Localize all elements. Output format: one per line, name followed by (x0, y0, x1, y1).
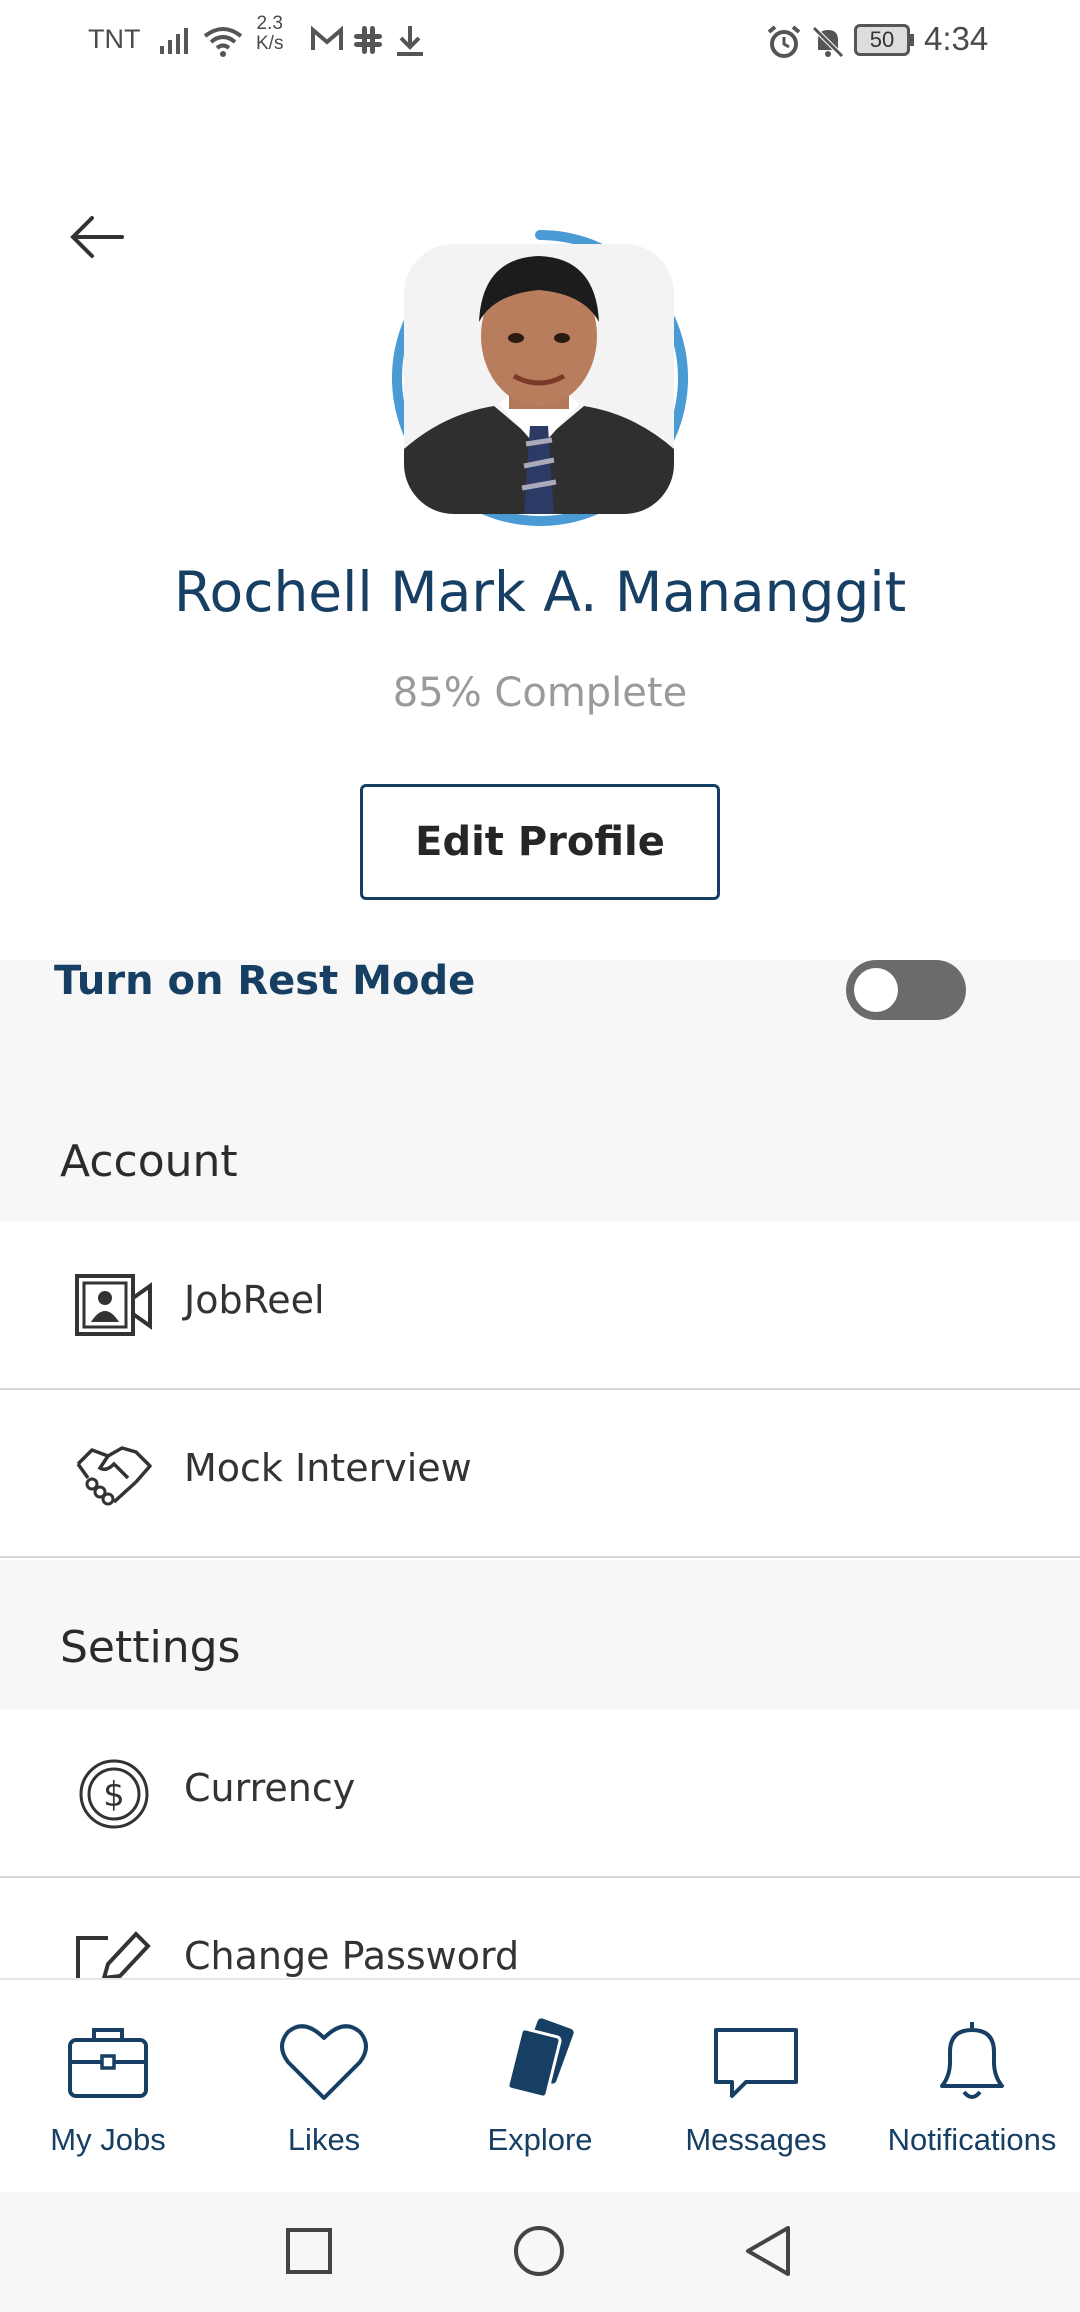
svg-text:$: $ (103, 1775, 125, 1815)
list-item-label: JobReel (184, 1278, 325, 1322)
back-arrow-icon[interactable] (66, 206, 128, 268)
video-profile-icon (75, 1274, 152, 1336)
cards-icon (506, 2018, 574, 2099)
mute-icon (812, 26, 844, 58)
list-item-jobreel[interactable]: JobReel (0, 1222, 1080, 1390)
status-bar: TNT 2.3 K/s 50 4:34 (0, 0, 1080, 84)
heart-icon (280, 2024, 368, 2100)
download-icon (397, 26, 423, 56)
clock: 4:34 (924, 20, 989, 57)
avatar (404, 244, 674, 514)
nav-messages[interactable]: Messages (648, 1980, 864, 2194)
battery-icon: 50 (854, 24, 910, 56)
settings-section-title: Settings (60, 1622, 241, 1673)
nav-notifications[interactable]: Notifications (864, 1980, 1080, 2194)
gmail-icon (311, 25, 343, 50)
recents-square-icon[interactable] (278, 2220, 340, 2282)
edit-profile-button[interactable]: Edit Profile (360, 784, 720, 900)
list-item-mock-interview[interactable]: Mock Interview (0, 1390, 1080, 1558)
nav-label: My Jobs (50, 2122, 166, 2157)
battery-tip (910, 34, 914, 46)
nav-label: Messages (685, 2122, 827, 2157)
nav-label: Likes (287, 2122, 361, 2157)
nav-label: Explore (487, 2122, 593, 2157)
wifi-icon (203, 27, 243, 57)
toggle-knob (854, 968, 898, 1012)
profile-name: Rochell Mark A. Mananggit (173, 560, 907, 624)
alarm-icon (767, 25, 801, 58)
home-circle-icon[interactable] (508, 2220, 570, 2282)
dollar-circle-icon: $ (79, 1759, 149, 1829)
back-triangle-icon[interactable] (738, 2220, 800, 2282)
system-navigation-bar (0, 2192, 1080, 2312)
rest-mode-toggle[interactable] (846, 960, 966, 1020)
nav-likes[interactable]: Likes (216, 1980, 432, 2194)
speed-unit: K/s (256, 33, 284, 54)
profile-completion-text: 85% Complete (392, 670, 688, 716)
profile-avatar[interactable] (390, 228, 690, 528)
carrier-label: TNT (88, 24, 141, 54)
nav-explore[interactable]: Explore (432, 1980, 648, 2194)
account-section-title: Account (60, 1136, 238, 1187)
briefcase-icon (68, 2028, 148, 2098)
list-item-label: Mock Interview (184, 1446, 472, 1490)
slack-icon (354, 26, 382, 54)
network-speed: 2.3 K/s (256, 14, 283, 54)
rest-mode-label: Turn on Rest Mode (54, 958, 476, 1004)
bell-icon (940, 2022, 1004, 2099)
bottom-navigation: My Jobs Likes Explore Messages Notificat… (0, 1978, 1080, 2192)
list-item-label: Change Password (184, 1934, 520, 1978)
nav-label: Notifications (887, 2122, 1057, 2157)
chat-icon (714, 2028, 798, 2098)
list-item-label: Currency (184, 1766, 356, 1810)
nav-my-jobs[interactable]: My Jobs (0, 1980, 216, 2194)
handshake-icon (76, 1446, 152, 1506)
list-item-currency[interactable]: $ Currency (0, 1710, 1080, 1878)
signal-icon (160, 28, 188, 54)
speed-value: 2.3 (256, 13, 283, 34)
